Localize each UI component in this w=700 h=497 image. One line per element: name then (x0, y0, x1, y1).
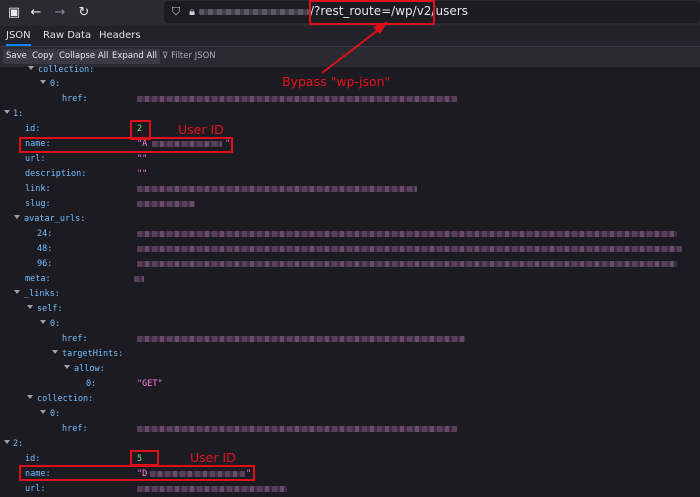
user-2-id-box (130, 450, 159, 466)
bypass-annotation: Bypass "wp-json" (282, 74, 391, 89)
user-2-name-box (19, 465, 255, 481)
user-id-annotation-2: User ID (190, 450, 236, 465)
user-1-name-box (19, 137, 233, 153)
user-id-annotation-1: User ID (178, 122, 224, 137)
